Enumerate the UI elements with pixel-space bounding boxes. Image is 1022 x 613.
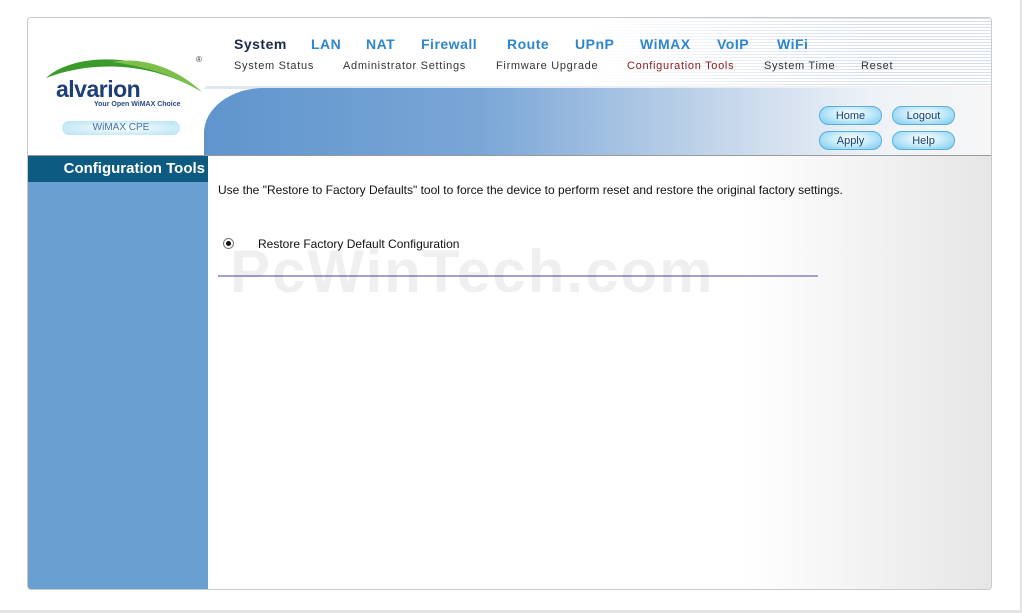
nav-upnp[interactable]: UPnP [575,36,614,52]
nav-nat[interactable]: NAT [366,36,395,52]
header: ® alvarion Your Open WiMAX Choice WiMAX … [28,18,991,155]
product-badge: WiMAX CPE [62,121,180,135]
nav-wifi[interactable]: WiFi [777,36,808,52]
content-divider [218,275,818,277]
nav-firewall[interactable]: Firewall [421,36,477,52]
subnav-reset[interactable]: Reset [861,60,893,72]
alvarion-logo: ® alvarion Your Open WiMAX Choice WiMAX … [42,52,207,142]
logo-wordmark: alvarion [56,76,141,102]
logout-button[interactable]: Logout [892,106,955,125]
help-button[interactable]: Help [892,131,955,150]
restore-default-label[interactable]: Restore Factory Default Configuration [258,237,459,251]
header-stripes [588,18,991,90]
home-button[interactable]: Home [819,106,882,125]
radio-selected-dot [226,241,231,246]
router-admin-page: ® alvarion Your Open WiMAX Choice WiMAX … [27,17,992,590]
subnav-configuration-tools[interactable]: Configuration Tools [627,60,734,72]
sidebar: Configuration Tools [28,156,208,589]
subnav-firmware-upgrade[interactable]: Firmware Upgrade [496,60,598,72]
nav-system[interactable]: System [234,36,287,52]
restore-default-radio[interactable] [223,238,234,249]
nav-route[interactable]: Route [507,36,549,52]
logo-registered-mark: ® [196,55,202,64]
apply-button[interactable]: Apply [819,131,882,150]
nav-voip[interactable]: VoIP [717,36,749,52]
subnav-administrator-settings[interactable]: Administrator Settings [343,60,466,72]
nav-lan[interactable]: LAN [311,36,341,52]
subnav-system-status[interactable]: System Status [234,60,314,72]
main-content: Use the "Restore to Factory Defaults" to… [208,156,991,589]
logo-tagline: Your Open WiMAX Choice [94,101,181,108]
subnav-system-time[interactable]: System Time [764,60,835,72]
nav-wimax[interactable]: WiMAX [640,36,691,52]
tool-description: Use the "Restore to Factory Defaults" to… [218,183,843,197]
sidebar-title: Configuration Tools [28,156,208,182]
